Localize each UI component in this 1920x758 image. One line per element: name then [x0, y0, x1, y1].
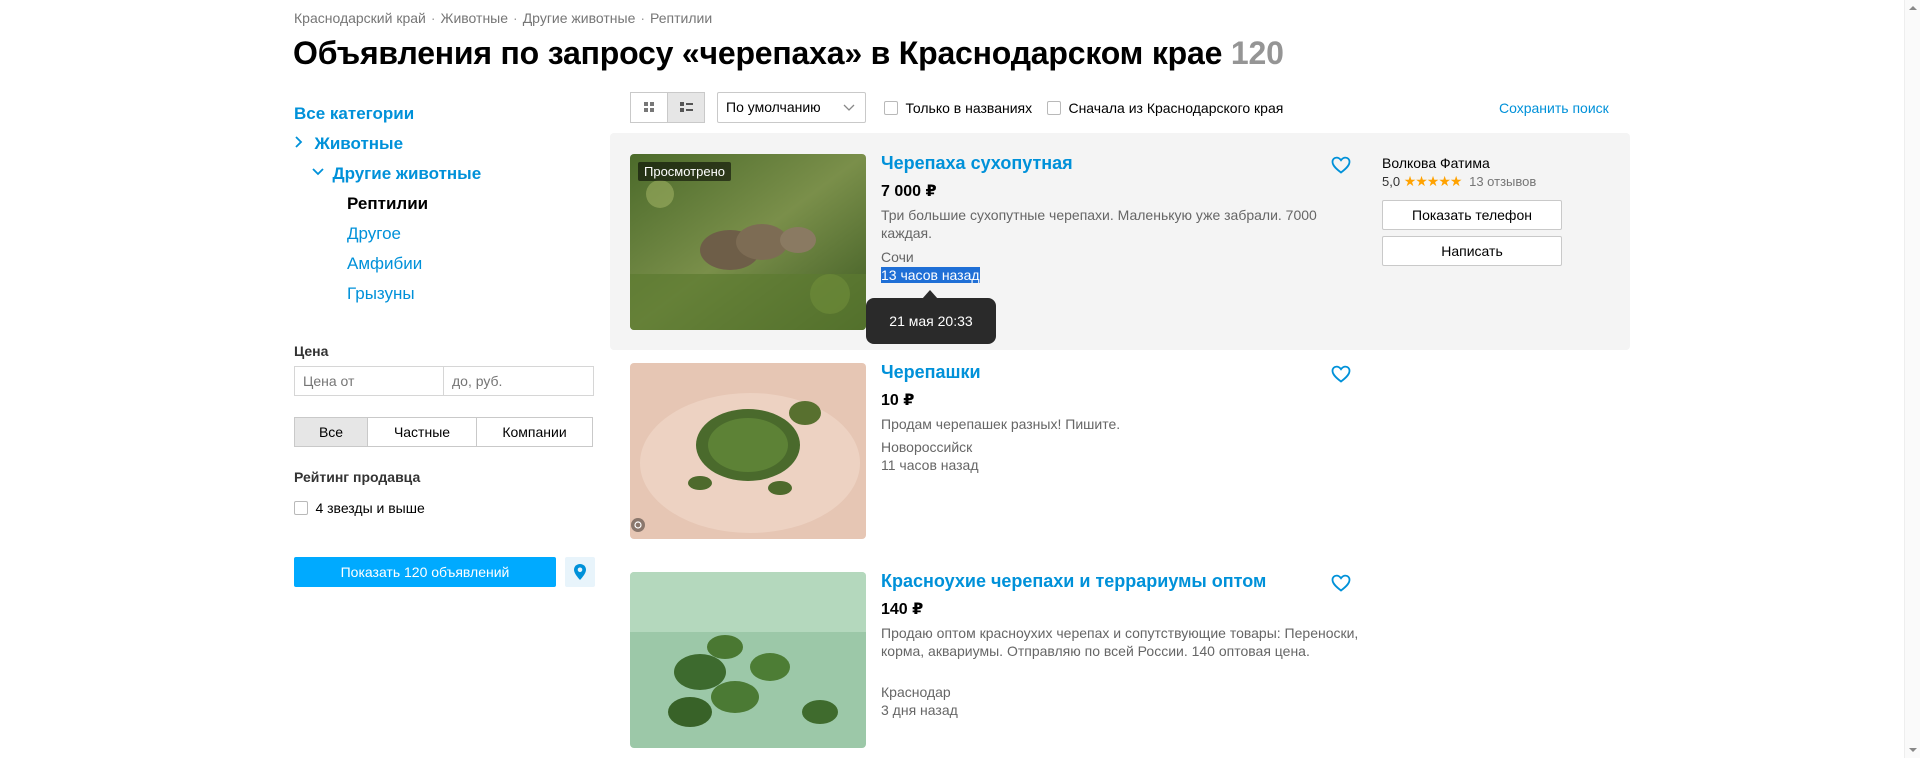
page-scrollbar[interactable]	[1904, 0, 1920, 758]
favorite-heart-icon[interactable]	[1331, 574, 1351, 592]
show-phone-button[interactable]: Показать телефон	[1382, 200, 1562, 230]
sidebar-subcategory-other[interactable]: Другое	[347, 224, 401, 244]
sidebar-all-categories[interactable]: Все категории	[294, 104, 414, 124]
turtle-photo-image	[630, 363, 866, 539]
chevron-right-icon	[295, 136, 303, 148]
listing-description: Продам черепашек разных! Пишите.	[881, 416, 1121, 432]
breadcrumb-separator: ·	[430, 10, 436, 26]
sort-select-value: По умолчанию	[726, 99, 821, 115]
breadcrumb-separator: ·	[640, 10, 646, 26]
price-to-input[interactable]	[443, 366, 594, 396]
camera-360-icon	[631, 518, 645, 532]
save-search-link[interactable]: Сохранить поиск	[1499, 100, 1609, 116]
listing-photo[interactable]: Просмотрено	[630, 154, 866, 330]
region-first-option[interactable]: Сначала из Краснодарского края	[1047, 100, 1283, 118]
page-title: Объявления по запросу «черепаха» в Красн…	[293, 35, 1284, 72]
region-first-label: Сначала из Краснодарского края	[1068, 100, 1284, 116]
breadcrumb-item-animals[interactable]: Животные	[441, 10, 509, 26]
list-view-button[interactable]	[667, 92, 705, 123]
listing-price: 10 ₽	[881, 392, 915, 409]
listing-photo[interactable]	[630, 363, 866, 539]
sidebar-subcategory-amphibians[interactable]: Амфибии	[347, 254, 422, 274]
date-tooltip: 21 мая 20:33	[866, 298, 996, 344]
sidebar-item-animals[interactable]: Животные	[294, 134, 403, 154]
listing-price: 140 ₽	[881, 601, 924, 618]
sort-select[interactable]: По умолчанию	[717, 92, 866, 123]
breadcrumb: Краснодарский край · Животные · Другие живот…	[294, 10, 712, 26]
page-title-text: Объявления по запросу «черепаха» в Красн…	[293, 35, 1223, 71]
sidebar-subcategory-rodents[interactable]: Грызуны	[347, 284, 415, 304]
rating-checkbox[interactable]	[294, 501, 308, 515]
price-from-input[interactable]	[294, 366, 444, 396]
seller-type-private[interactable]: Частные	[367, 417, 477, 447]
show-results-button[interactable]: Показать 120 объявлений	[294, 557, 556, 587]
region-first-checkbox[interactable]	[1047, 101, 1061, 115]
listing-price: 7 000 ₽	[881, 183, 937, 200]
seller-type-all[interactable]: Все	[294, 417, 368, 447]
scroll-down-arrow-icon[interactable]	[1905, 744, 1920, 756]
map-button[interactable]	[565, 557, 595, 587]
listing-time: 13 часов назад	[881, 267, 980, 283]
listing-title[interactable]: Черепаха сухопутная	[881, 153, 1073, 174]
rating-stars-icon: ★★★★★	[1403, 173, 1463, 189]
seller-rating-value: 5,0	[1382, 174, 1401, 189]
seller-rating-label: Рейтинг продавца	[294, 469, 421, 485]
breadcrumb-item-region[interactable]: Краснодарский край	[294, 10, 426, 26]
only-titles-label: Только в названиях	[905, 100, 1033, 116]
favorite-heart-icon[interactable]	[1331, 156, 1351, 174]
turtle-photo-image	[630, 572, 866, 748]
sidebar-item-other-animals-label: Другие животные	[332, 164, 482, 183]
list-icon	[680, 102, 693, 112]
sidebar-item-other-animals[interactable]: Другие животные	[312, 164, 481, 184]
result-count: 120	[1230, 35, 1284, 71]
chevron-down-icon	[843, 104, 855, 111]
listing-city: Сочи	[881, 249, 914, 265]
seller-type-companies[interactable]: Компании	[476, 417, 593, 447]
rating-filter-option[interactable]: 4 звезды и выше	[294, 500, 425, 518]
breadcrumb-item-other-animals[interactable]: Другие животные	[523, 10, 636, 26]
listing-city: Краснодар	[881, 684, 951, 700]
breadcrumb-item-reptiles[interactable]: Рептилии	[650, 10, 712, 26]
grid-icon	[644, 102, 654, 112]
listing-title[interactable]: Черепашки	[881, 362, 981, 383]
write-message-button[interactable]: Написать	[1382, 236, 1562, 266]
seller-rating: 5,0 ★★★★★ 13 отзывов	[1382, 173, 1536, 190]
listing-photo[interactable]	[630, 572, 866, 748]
only-titles-option[interactable]: Только в названиях	[884, 100, 1032, 118]
scroll-up-arrow-icon[interactable]	[1905, 2, 1920, 14]
sidebar-item-animals-label: Животные	[314, 134, 404, 153]
seller-name[interactable]: Волкова Фатима	[1382, 155, 1490, 171]
sidebar-subcategory-reptiles[interactable]: Рептилии	[347, 194, 428, 214]
listing-description: Продаю оптом красноухих черепах и сопутс…	[881, 625, 1359, 659]
seller-reviews-count[interactable]: 13 отзывов	[1469, 174, 1536, 189]
listing-description: Три большие сухопутные черепахи. Маленьк…	[881, 207, 1317, 241]
map-pin-icon	[574, 564, 586, 580]
favorite-heart-icon[interactable]	[1331, 365, 1351, 383]
listing-city: Новороссийск	[881, 439, 973, 455]
breadcrumb-separator: ·	[513, 10, 518, 26]
viewed-badge: Просмотрено	[638, 162, 732, 181]
price-label: Цена	[294, 343, 329, 359]
chevron-down-icon	[312, 168, 324, 176]
rating-option-label: 4 звезды и выше	[315, 500, 425, 516]
only-titles-checkbox[interactable]	[884, 101, 898, 115]
listing-time: 11 часов назад	[881, 457, 979, 473]
grid-view-button[interactable]	[630, 92, 668, 123]
listing-title[interactable]: Красноухие черепахи и террариумы оптом	[881, 571, 1266, 592]
listing-time: 3 дня назад	[881, 702, 958, 718]
